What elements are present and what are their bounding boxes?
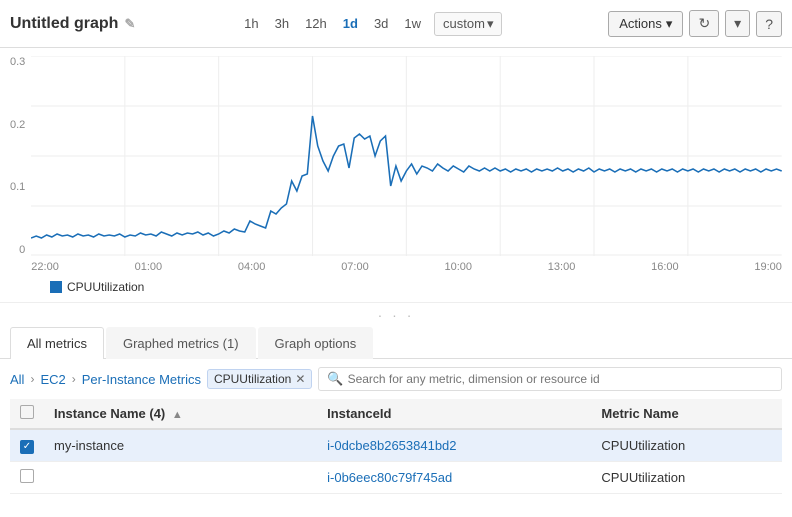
tab-all-metrics-label: All metrics [27, 336, 87, 351]
metrics-panel: All › EC2 › Per-Instance Metrics CPUUtil… [0, 359, 792, 502]
actions-label: Actions [619, 16, 662, 31]
tab-graphed-metrics-label: Graphed metrics (1) [123, 336, 239, 351]
breadcrumb-ec2[interactable]: EC2 [40, 372, 65, 387]
x-label-07: 07:00 [341, 261, 369, 273]
legend-label-cpu: CPUUtilization [67, 280, 144, 294]
refresh-button[interactable]: ↻ [689, 10, 719, 37]
col-instance-name-label: Instance Name (4) [54, 406, 165, 421]
chart-container: 0.3 0.2 0.1 0 [0, 48, 792, 302]
breadcrumb-all[interactable]: All [10, 372, 24, 387]
custom-label: custom [443, 16, 485, 31]
time-3d[interactable]: 3d [371, 14, 391, 33]
table-header: Instance Name (4) ▲ InstanceId Metric Na… [10, 399, 782, 429]
help-button[interactable]: ? [756, 11, 782, 37]
edit-title-icon[interactable]: ✎ [124, 16, 135, 32]
row-metric-2: CPUUtilization [591, 461, 782, 493]
x-label-13: 13:00 [548, 261, 576, 273]
x-label-22: 22:00 [31, 261, 59, 273]
col-instance-name[interactable]: Instance Name (4) ▲ [44, 399, 317, 429]
breadcrumb-filter: All › EC2 › Per-Instance Metrics CPUUtil… [10, 367, 782, 391]
x-axis: 22:00 01:00 04:00 07:00 10:00 13:00 16:0… [31, 259, 782, 273]
x-label-10: 10:00 [444, 261, 472, 273]
tab-all-metrics[interactable]: All metrics [10, 327, 104, 359]
metrics-table: Instance Name (4) ▲ InstanceId Metric Na… [10, 399, 782, 494]
y-axis: 0.3 0.2 0.1 0 [10, 56, 31, 276]
chart-divider: · · · [0, 302, 792, 327]
row-instance-id-1: i-0dcbe8b2653841bd2 [317, 429, 591, 461]
row-checkbox-cell-2[interactable] [10, 461, 44, 493]
header-checkbox-cell [10, 399, 44, 429]
time-3h[interactable]: 3h [272, 14, 292, 33]
custom-chevron-icon: ▾ [487, 16, 494, 32]
legend: CPUUtilization [10, 276, 782, 298]
time-1d[interactable]: 1d [340, 14, 361, 33]
table-body: ✓ my-instance i-0dcbe8b2653841bd2 CPUUti… [10, 429, 782, 493]
row-instance-id-2: i-0b6eec80c79f745ad [317, 461, 591, 493]
col-metric-name-label: Metric Name [601, 406, 678, 421]
y-label-03: 0.3 [10, 56, 25, 68]
time-1w[interactable]: 1w [401, 14, 424, 33]
time-12h[interactable]: 12h [302, 14, 330, 33]
chart-wrapper: 0.3 0.2 0.1 0 [10, 56, 782, 276]
y-label-02: 0.2 [10, 119, 25, 131]
custom-time-button[interactable]: custom ▾ [434, 12, 502, 36]
tab-graphed-metrics[interactable]: Graphed metrics (1) [106, 327, 256, 359]
col-metric-name[interactable]: Metric Name [591, 399, 782, 429]
table-row[interactable]: i-0b6eec80c79f745ad CPUUtilization [10, 461, 782, 493]
y-label-00: 0 [19, 244, 25, 256]
refresh-icon: ↻ [698, 15, 710, 31]
caret-down-icon: ▾ [734, 15, 741, 31]
sort-icon: ▲ [172, 409, 183, 421]
actions-button[interactable]: Actions ▾ [608, 11, 683, 37]
actions-chevron-icon: ▾ [666, 16, 673, 32]
header-right: Actions ▾ ↻ ▾ ? [608, 10, 782, 37]
filter-tag-label: CPUUtilization [214, 372, 291, 386]
legend-color-cpu [50, 281, 62, 293]
row-instance-name-2 [44, 461, 317, 493]
x-label-04: 04:00 [238, 261, 266, 273]
search-box[interactable]: 🔍 [318, 367, 782, 391]
time-controls: 1h 3h 12h 1d 3d 1w custom ▾ [135, 12, 608, 36]
graph-title-container: Untitled graph ✎ [10, 15, 135, 33]
chart-area: 22:00 01:00 04:00 07:00 10:00 13:00 16:0… [31, 56, 782, 276]
row-instance-name-1: my-instance [44, 429, 317, 461]
tabs-bar: All metrics Graphed metrics (1) Graph op… [0, 327, 792, 359]
col-instance-id[interactable]: InstanceId [317, 399, 591, 429]
search-icon: 🔍 [327, 371, 343, 387]
select-all-checkbox[interactable] [20, 405, 34, 419]
x-label-19: 19:00 [754, 261, 782, 273]
graph-title: Untitled graph [10, 15, 118, 33]
table-row[interactable]: ✓ my-instance i-0dcbe8b2653841bd2 CPUUti… [10, 429, 782, 461]
row-metric-1: CPUUtilization [591, 429, 782, 461]
filter-tag: CPUUtilization ✕ [207, 369, 312, 389]
row-checkbox-1[interactable]: ✓ [20, 440, 34, 454]
dropdown-button[interactable]: ▾ [725, 10, 750, 37]
row-checkbox-cell-1[interactable]: ✓ [10, 429, 44, 461]
col-instance-id-label: InstanceId [327, 406, 391, 421]
chart-svg [31, 56, 782, 256]
x-label-01: 01:00 [135, 261, 163, 273]
search-input[interactable] [348, 372, 773, 386]
filter-tag-remove[interactable]: ✕ [295, 372, 305, 386]
row-checkbox-2[interactable] [20, 469, 34, 483]
tab-graph-options-label: Graph options [275, 336, 357, 351]
x-label-16: 16:00 [651, 261, 679, 273]
tab-graph-options[interactable]: Graph options [258, 327, 374, 359]
breadcrumb-per-instance[interactable]: Per-Instance Metrics [82, 372, 201, 387]
help-icon: ? [765, 16, 773, 32]
breadcrumb-sep-2: › [72, 372, 76, 386]
y-label-01: 0.1 [10, 181, 25, 193]
breadcrumb-sep-1: › [30, 372, 34, 386]
time-1h[interactable]: 1h [241, 14, 261, 33]
header: Untitled graph ✎ 1h 3h 12h 1d 3d 1w cust… [0, 0, 792, 48]
